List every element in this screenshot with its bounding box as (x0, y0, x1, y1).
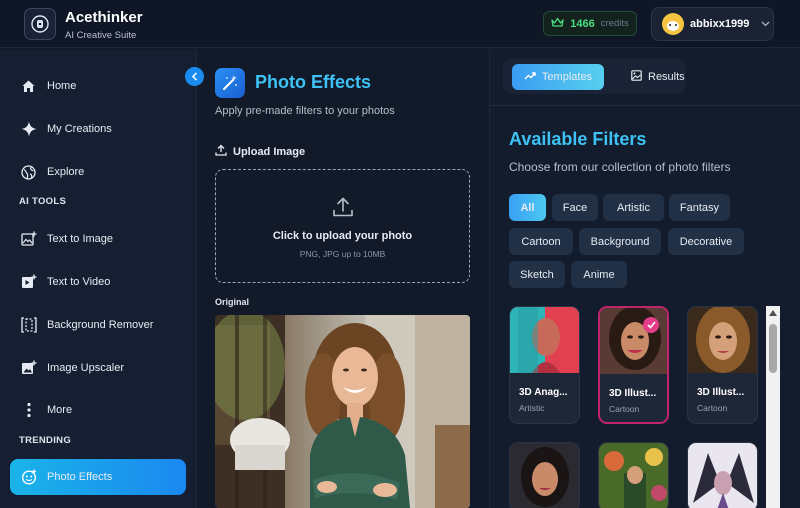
tab-results[interactable]: Results (621, 64, 695, 90)
filter-card[interactable] (687, 442, 758, 508)
filter-thumbnail (688, 443, 757, 508)
filters-panel: Templates Results Available Filters Choo… (489, 49, 800, 508)
sidebar-item-label: My Creations (47, 123, 112, 135)
chevron-down-icon (761, 19, 770, 30)
sidebar-item-photo-effects[interactable]: Photo Effects (10, 459, 186, 495)
sidebar-item-label: Text to Image (47, 233, 114, 245)
filter-category: Artistic (519, 403, 545, 413)
top-header: Acethinker AI Creative Suite 1466 credit… (0, 0, 800, 48)
sidebar-item-explore[interactable]: Explore (10, 154, 186, 190)
app-logo-icon[interactable] (24, 8, 56, 40)
category-chip-background[interactable]: Background (579, 228, 661, 255)
category-chip-fantasy[interactable]: Fantasy (669, 194, 730, 221)
photo-effects-panel: Photo Effects Apply pre-made filters to … (198, 49, 488, 508)
dropzone-title: Click to upload your photo (272, 230, 413, 242)
sidebar-item-text-to-image[interactable]: Text to Image (10, 221, 186, 257)
sidebar: Home My Creations Explore AI TOOLS Text … (0, 49, 197, 508)
category-chip-cartoon[interactable]: Cartoon (509, 228, 573, 255)
home-icon (20, 78, 37, 95)
filters-title: Available Filters (509, 129, 647, 149)
sidebar-item-my-creations[interactable]: My Creations (10, 111, 186, 147)
category-chip-anime[interactable]: Anime (571, 261, 627, 288)
filter-card[interactable] (509, 442, 580, 508)
category-chip-all[interactable]: All (509, 194, 546, 221)
scrollbar-thumb[interactable] (769, 324, 777, 373)
video-plus-icon (20, 274, 37, 291)
crop-icon (20, 317, 37, 334)
filter-category: Cartoon (609, 404, 640, 414)
upload-cloud-icon (332, 196, 354, 223)
filters-subtitle: Choose from our collection of photo filt… (509, 160, 731, 174)
page-subtitle: Apply pre-made filters to your photos (215, 105, 395, 117)
filter-category: Cartoon (697, 403, 728, 413)
sidebar-item-label: Background Remover (47, 319, 154, 331)
sidebar-item-label: Text to Video (47, 276, 111, 288)
filter-thumbnail (510, 443, 579, 508)
sidebar-item-home[interactable]: Home (10, 68, 186, 104)
app-subtitle: AI Creative Suite (65, 30, 137, 41)
filter-thumbnail (688, 307, 757, 373)
username: abbixx1999 (690, 18, 750, 30)
filter-name: 3D Anag... (519, 387, 568, 398)
trending-up-icon (524, 71, 536, 83)
sidebar-item-label: Home (47, 80, 77, 92)
original-photo (215, 315, 470, 508)
upload-image-text: Upload Image (233, 145, 306, 158)
section-ai-tools: AI TOOLS (19, 196, 67, 207)
upload-dropzone[interactable]: Click to upload your photo PNG, JPG up t… (215, 169, 470, 283)
sidebar-item-label: Photo Effects (47, 471, 113, 483)
sidebar-item-text-to-video[interactable]: Text to Video (10, 264, 186, 300)
page-title: Photo Effects (255, 72, 372, 92)
sidebar-item-more[interactable]: More (10, 392, 186, 428)
chevron-left-icon (191, 68, 199, 86)
dropzone-hint: PNG, JPG up to 10MB (299, 249, 386, 259)
original-label: Original (215, 297, 250, 307)
check-icon (643, 317, 659, 333)
credits-badge[interactable]: 1466 credits (543, 11, 637, 36)
category-chip-artistic[interactable]: Artistic (603, 194, 664, 221)
filters-scrollbar[interactable] (766, 306, 780, 508)
divider (490, 105, 800, 106)
sparkle-icon (20, 121, 37, 138)
filter-thumbnail (600, 308, 667, 374)
tab-templates-label: Templates (541, 71, 593, 83)
photo-effects-icon (20, 469, 37, 486)
image-upscale-icon (20, 360, 37, 377)
category-chip-sketch[interactable]: Sketch (509, 261, 565, 288)
credits-value: 1466 (570, 17, 595, 30)
upload-image-label: Upload Image (215, 144, 305, 159)
crown-icon (551, 15, 564, 33)
image-plus-icon (20, 231, 37, 248)
sidebar-item-label: More (47, 404, 73, 416)
filter-name: 3D Illust... (697, 387, 745, 398)
app-title: Acethinker (65, 9, 143, 26)
category-chip-face[interactable]: Face (552, 194, 598, 221)
filter-thumbnail (599, 443, 668, 508)
sidebar-item-image-upscaler[interactable]: Image Upscaler (10, 350, 186, 386)
category-chip-decorative[interactable]: Decorative (668, 228, 744, 255)
scroll-up-arrow-icon[interactable] (769, 310, 777, 316)
tab-results-label: Results (648, 71, 685, 83)
tab-templates[interactable]: Templates (512, 64, 604, 90)
collapse-sidebar-button[interactable] (185, 67, 204, 86)
image-icon (631, 70, 642, 84)
section-trending: TRENDING (19, 435, 72, 446)
sidebar-item-background-remover[interactable]: Background Remover (10, 307, 186, 343)
view-tabs: Templates Results (503, 58, 686, 94)
filter-thumbnail (510, 307, 579, 373)
filter-card[interactable]: 3D Illust... Cartoon (687, 306, 758, 424)
filter-card[interactable] (598, 442, 669, 508)
sidebar-item-label: Image Upscaler (47, 362, 125, 374)
credits-label: credits (600, 18, 629, 29)
avatar (662, 13, 684, 35)
user-menu-button[interactable]: abbixx1999 (651, 7, 774, 41)
upload-icon (215, 144, 227, 159)
filter-card-selected[interactable]: 3D Illust... Cartoon (598, 306, 669, 424)
sidebar-item-label: Explore (47, 166, 85, 178)
filter-name: 3D Illust... (609, 388, 657, 399)
globe-icon (20, 164, 37, 181)
more-vertical-icon (20, 402, 37, 419)
magic-wand-icon (215, 68, 245, 98)
filter-card[interactable]: 3D Anag... Artistic (509, 306, 580, 424)
